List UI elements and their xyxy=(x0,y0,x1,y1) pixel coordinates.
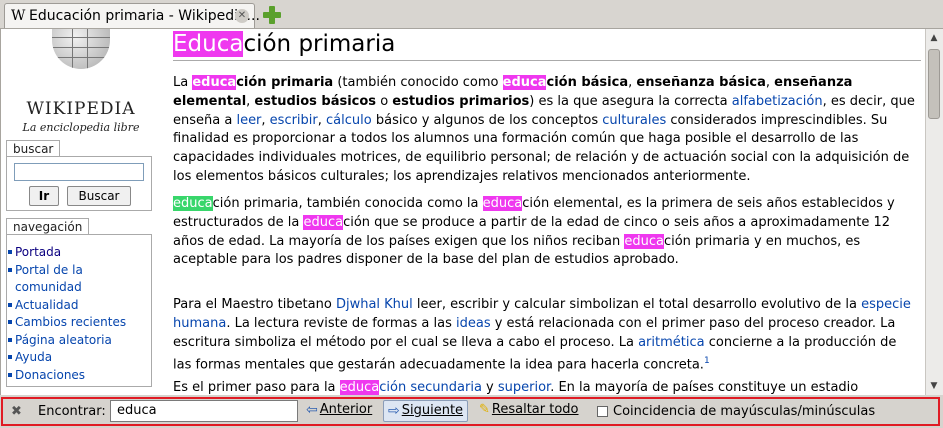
tab-bar: W Educación primaria - Wikipedia... ✕ xyxy=(0,0,943,29)
scroll-thumb[interactable] xyxy=(928,49,940,119)
find-previous-button[interactable]: ⇦ Anterior xyxy=(306,400,372,422)
find-next-button[interactable]: ⇨ Siguiente xyxy=(383,400,469,422)
find-label: Encontrar: xyxy=(38,404,106,419)
wikipedia-favicon-icon: W xyxy=(11,8,26,24)
link-educacion-secundaria[interactable]: ción secundaria xyxy=(379,380,482,395)
sidebar-item-donaciones[interactable]: Donaciones xyxy=(8,367,85,383)
link-alfabetizacion[interactable]: alfabetización xyxy=(732,94,823,109)
find-input[interactable]: educa xyxy=(110,400,298,422)
page-title: Educación primaria xyxy=(173,31,396,57)
logo-tagline: La enciclopedia libre xyxy=(22,121,140,134)
search-input[interactable] xyxy=(14,163,144,181)
link-ideas[interactable]: ideas xyxy=(456,316,491,331)
close-find-bar-icon[interactable]: ✖ xyxy=(11,404,22,419)
link-leer[interactable]: leer xyxy=(236,113,261,128)
paragraph-intro: La educación primaria (también conocido … xyxy=(173,75,915,184)
navigation-portlet-label: navegación xyxy=(6,218,90,235)
sidebar-item-ayuda[interactable]: Ayuda xyxy=(8,349,52,365)
vertical-scrollbar[interactable]: ▲ ▼ xyxy=(925,29,943,395)
match-case-checkbox[interactable] xyxy=(597,406,608,417)
match-case-label[interactable]: Coincidencia de mayúsculas/minúsculas xyxy=(613,404,875,419)
go-button[interactable]: Ir xyxy=(29,186,59,206)
new-tab-plus-icon[interactable] xyxy=(262,5,282,25)
find-bar: ✖ Encontrar: educa ⇦ Anterior ⇨ Siguiente … xyxy=(0,396,943,428)
logo-wordmark: WIKIPEDIA xyxy=(26,99,136,119)
search-portlet-label: buscar xyxy=(6,140,61,157)
link-superior[interactable]: superior xyxy=(498,380,550,395)
tab-title: Educación primaria - Wikipedia... xyxy=(29,8,260,24)
highlight-all-button[interactable]: ✎ Resaltar todo xyxy=(479,400,579,422)
link-escribir[interactable]: escribir xyxy=(270,113,318,128)
title-divider xyxy=(173,60,921,61)
sidebar-item-pagina-aleatoria[interactable]: Página aleatoria xyxy=(8,332,112,348)
link-calculo[interactable]: cálculo xyxy=(326,113,372,128)
footnote-1[interactable]: 1 xyxy=(704,356,710,366)
current-match: educa xyxy=(173,196,213,211)
scroll-up-icon[interactable]: ▲ xyxy=(928,31,940,45)
tab-close-icon[interactable]: ✕ xyxy=(235,9,249,23)
paragraph-primer-paso: Es el primer paso para la educación secu… xyxy=(173,380,859,395)
navigation-portlet: Portada Portal de la comunidad Actualida… xyxy=(6,234,152,387)
sidebar-item-portal-comunidad-cont[interactable]: comunidad xyxy=(15,279,82,295)
paragraph-definition: educación primaria, también conocida com… xyxy=(173,196,895,268)
arrow-left-icon: ⇦ xyxy=(306,402,318,418)
wikipedia-globe-icon xyxy=(52,29,110,69)
link-culturales[interactable]: culturales xyxy=(602,113,666,128)
scroll-down-icon[interactable]: ▼ xyxy=(928,379,940,393)
sidebar-item-actualidad[interactable]: Actualidad xyxy=(8,297,79,313)
wikipedia-logo[interactable]: WIKIPEDIA La enciclopedia libre xyxy=(16,29,146,139)
page-content: WIKIPEDIA La enciclopedia libre buscar I… xyxy=(0,29,926,395)
link-djwhal-khul[interactable]: Djwhal Khul xyxy=(336,297,413,312)
highlighter-icon: ✎ xyxy=(479,402,490,417)
link-aritmetica[interactable]: aritmética xyxy=(638,335,705,350)
sidebar-item-portada[interactable]: Portada xyxy=(8,244,61,260)
tab-educacion-primaria[interactable]: W Educación primaria - Wikipedia... ✕ xyxy=(4,3,260,28)
sidebar-item-cambios-recientes[interactable]: Cambios recientes xyxy=(8,314,126,330)
arrow-right-icon: ⇨ xyxy=(388,403,400,419)
paragraph-djwhal-khul: Para el Maestro tibetano Djwhal Khul lee… xyxy=(173,297,911,373)
search-portlet: Ir Buscar xyxy=(6,156,152,211)
search-button[interactable]: Buscar xyxy=(67,186,131,206)
sidebar-item-portal-comunidad[interactable]: Portal de la xyxy=(8,262,83,278)
title-match: Educa xyxy=(173,31,244,57)
